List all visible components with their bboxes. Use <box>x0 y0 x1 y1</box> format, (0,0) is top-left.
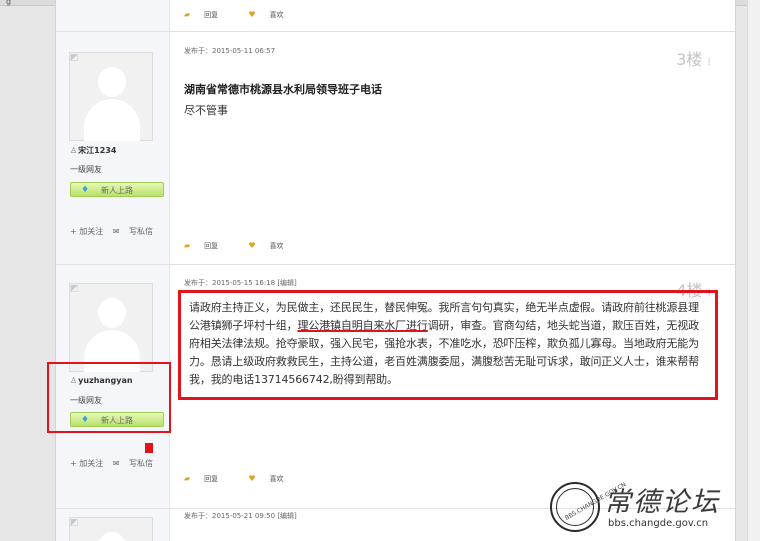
underlined-phrase: 理公港镇自明自来水厂进行 <box>297 319 428 332</box>
heart-icon: ♥ <box>248 474 256 483</box>
post-actions: ▰ 回复 ♥ 喜欢 <box>184 10 312 20</box>
post-floor-3: ◩ ♙宋江1234 一级网友 ♦ 新人上路 + 加关注 ✉ 写私信 发布于：20… <box>56 31 735 264</box>
avatar-placeholder-icon: ◩ <box>70 284 79 294</box>
follow-button[interactable]: + 加关注 <box>70 227 103 236</box>
message-button[interactable]: ✉ 写私信 <box>113 459 160 468</box>
avatar-head-shape <box>98 298 126 328</box>
watermark-title: 常德论坛 <box>604 487 720 518</box>
forum-seal-logo: BBS.CHANGDE.GOV.CN <box>550 481 627 532</box>
avatar[interactable]: ◩ <box>69 517 153 541</box>
avatar-placeholder-icon: ◩ <box>70 53 79 63</box>
post-actions: ▰ 回复 ♥ 喜欢 <box>184 474 312 484</box>
avatar[interactable]: ◩ <box>69 52 153 141</box>
avatar-body-shape <box>84 99 140 141</box>
post-meta: 发布于：2015-05-11 06:57 <box>184 47 276 55</box>
avatar-head-shape <box>98 532 126 541</box>
follow-button[interactable]: + 加关注 <box>70 459 103 468</box>
post-previous: ▰ 回复 ♥ 喜欢 <box>56 0 735 31</box>
annotation-box-author <box>47 362 171 433</box>
reply-button[interactable]: ▰ 回复 <box>184 241 232 250</box>
avatar[interactable]: ◩ <box>69 283 153 372</box>
forum-watermark: BBS.CHANGDE.GOV.CN 常德论坛 bbs.changde.gov.… <box>548 480 748 538</box>
avatar-head-shape <box>98 67 126 97</box>
edit-link[interactable]: [编辑] <box>277 512 296 520</box>
like-button[interactable]: ♥ 喜欢 <box>248 474 297 483</box>
heart-icon: ♥ <box>248 10 256 19</box>
avatar-placeholder-icon: ◩ <box>70 518 79 528</box>
post-sidebar <box>56 0 170 31</box>
user-links: + 加关注 ✉ 写私信 <box>70 226 167 237</box>
edit-link[interactable]: [编辑] <box>277 279 296 287</box>
rank-badge: ♦ 新人上路 <box>70 182 164 197</box>
post-actions: ▰ 回复 ♥ 喜欢 <box>184 241 312 251</box>
user-icon: ♙ <box>70 146 78 155</box>
post-sidebar: ◩ ♙宋江1234 一级网友 ♦ 新人上路 + 加关注 ✉ 写私信 <box>56 32 170 264</box>
message-button[interactable]: ✉ 写私信 <box>113 227 160 236</box>
post-body-highlighted: 请政府主持正义，为民做主，还民民生，替民伸冤。我所言句句真实，绝无半点虚假。请政… <box>178 290 718 400</box>
floor-grip-icon: ⁞ <box>707 55 712 68</box>
diamond-icon: ♦ <box>81 185 90 195</box>
like-button[interactable]: ♥ 喜欢 <box>248 241 297 250</box>
user-links: + 加关注 ✉ 写私信 <box>70 458 167 469</box>
reply-icon: ▰ <box>184 241 191 250</box>
post-meta: 发布于：2015-05-15 16:18 [编辑] <box>184 279 297 287</box>
reply-icon: ▰ <box>184 474 191 483</box>
annotation-mark <box>145 443 153 453</box>
envelope-icon: ✉ <box>112 459 120 468</box>
post-sidebar: ◩ <box>56 509 170 541</box>
reply-icon: ▰ <box>184 10 191 19</box>
post-text: 尽不管事 <box>184 104 228 117</box>
user-rank: 一级网友 <box>70 165 102 174</box>
watermark-url: bbs.changde.gov.cn <box>608 518 709 529</box>
browser-tab-label[interactable]: g <box>6 0 11 6</box>
page-scrollbar[interactable] <box>747 0 760 541</box>
floor-number[interactable]: 3楼 ⁞ <box>676 46 711 70</box>
post-meta: 发布于：2015-05-21 09:50 [编辑] <box>184 512 297 520</box>
envelope-icon: ✉ <box>112 227 120 236</box>
post-title: 湖南省常德市桃源县水利局领导班子电话 <box>184 83 382 96</box>
heart-icon: ♥ <box>248 241 256 250</box>
like-button[interactable]: ♥ 喜欢 <box>248 10 297 19</box>
reply-button[interactable]: ▰ 回复 <box>184 474 232 483</box>
reply-button[interactable]: ▰ 回复 <box>184 10 232 19</box>
author-name[interactable]: ♙宋江1234 <box>70 145 116 156</box>
